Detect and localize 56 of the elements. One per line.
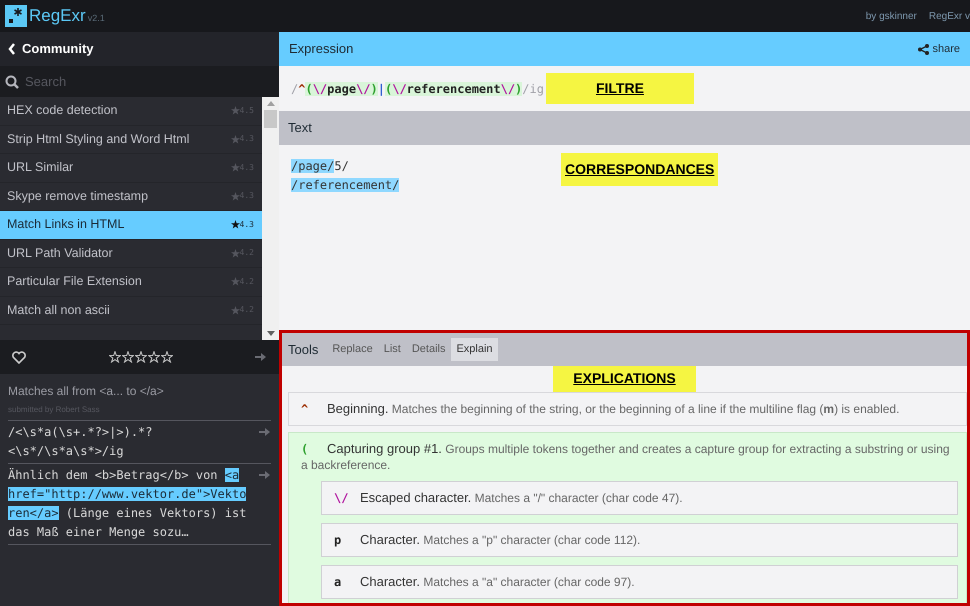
explanation-text: \/ Escaped character. Matches a "/" character (char code 47). — [334, 490, 684, 506]
search-icon — [5, 74, 19, 88]
star-icon — [230, 134, 240, 144]
sample-text: Ähnlich dem <b>Betrag</b> von <a href="http://www.vektor.de">Vektoren</a> (Länge eines Vektors) ist das Maß einer Menge sozu… — [8, 467, 248, 541]
rating-value: 4.3 — [240, 218, 254, 231]
pattern-code: /<\s*a(\s+.*?>|>).*?<\s*/\s*a\s*>/ig — [8, 424, 154, 460]
explanation-text: p Character. Matches a "p" character (char code 112). — [334, 532, 642, 548]
star-icon[interactable] — [134, 351, 146, 363]
text-input[interactable]: /page/5/ /referencement/ — [291, 153, 561, 330]
star-icon — [230, 106, 240, 116]
app-version: v2.1 — [88, 12, 105, 26]
star-icon — [230, 248, 240, 258]
search-box[interactable]: Search — [0, 66, 279, 97]
star-icon[interactable] — [148, 351, 160, 363]
pattern-description: Matches all from <a... to </a> — [8, 383, 165, 400]
star-icon — [230, 220, 240, 230]
tab[interactable]: Explain — [451, 338, 498, 361]
star-icon — [230, 306, 240, 315]
scrollbar-thumb[interactable] — [264, 110, 277, 128]
list-item[interactable]: Match Links in HTML 4.3 — [0, 211, 262, 240]
tab[interactable]: Replace — [327, 338, 378, 361]
tab[interactable]: List — [378, 338, 406, 361]
share-icon — [918, 44, 930, 54]
scrollbar[interactable] — [262, 97, 279, 340]
tab[interactable]: Details — [406, 338, 450, 361]
arrow-right-icon[interactable] — [259, 470, 271, 480]
app-name: RegExr — [29, 5, 86, 28]
star-icon[interactable] — [108, 351, 120, 363]
chevron-left-icon — [8, 43, 16, 55]
annotation-label: CORRESPONDANCES — [561, 153, 718, 186]
section-title: Expression — [289, 40, 354, 58]
scroll-up-icon — [266, 101, 274, 106]
back-button[interactable]: Community — [0, 32, 279, 66]
star-icon[interactable] — [160, 351, 172, 363]
star-icon[interactable] — [122, 351, 134, 363]
explanation-text: ^ Beginning. Matches the beginning of the string, or the beginning of a line if the multiline flag (m) is enabled. — [301, 401, 900, 417]
explanation-text: ( Capturing group #1. Groups multiple tokens together and creates a capture group for extracting a substring or using a backreference. — [301, 441, 951, 473]
heart-icon[interactable] — [12, 350, 26, 364]
star-icon — [230, 192, 240, 201]
section-title: Tools — [288, 340, 318, 359]
annotation-label: EXPLICATIONS — [553, 366, 696, 392]
arrow-right-icon[interactable] — [259, 427, 271, 437]
credit-link[interactable]: by gskinner — [866, 8, 917, 24]
annotation-label: FILTRE — [546, 73, 694, 104]
logo-icon — [5, 5, 27, 27]
explanation-text: a Character. Matches a "a" character (char code 97). — [334, 574, 636, 590]
arrow-right-icon[interactable] — [255, 352, 267, 362]
expression-input[interactable]: /^(\/page\/)|(\/referencement\/)/ig — [291, 80, 544, 98]
share-button[interactable]: share — [918, 40, 960, 58]
section-title: Text — [288, 119, 312, 138]
scroll-down-icon — [266, 331, 274, 336]
star-icon — [230, 163, 240, 172]
star-rating[interactable] — [108, 351, 172, 363]
search-field[interactable]: Search — [25, 72, 265, 92]
credit-link[interactable]: RegExr v — [928, 8, 970, 24]
star-icon — [230, 277, 240, 286]
